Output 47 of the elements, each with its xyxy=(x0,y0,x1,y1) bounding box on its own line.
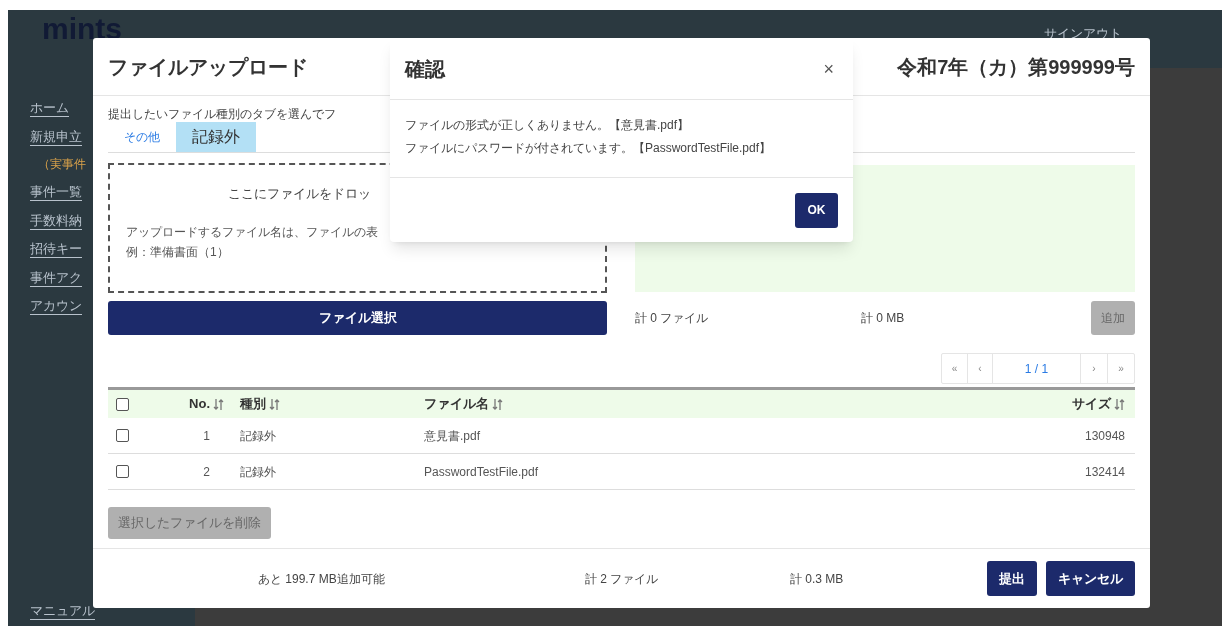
tab[interactable]: その他 xyxy=(108,122,176,152)
checkbox[interactable] xyxy=(116,429,129,442)
file-select-button[interactable]: ファイル選択 xyxy=(108,301,607,335)
sidebar-note: （実事件 xyxy=(37,156,87,173)
remaining-capacity: あと 199.7 MB追加可能 xyxy=(258,570,386,588)
column-header[interactable]: 種別 xyxy=(240,394,266,414)
staged-file-count: 計 0 ファイル xyxy=(635,310,710,327)
first-page-button[interactable]: « xyxy=(942,354,967,383)
staged-size-total: 計 0 MB xyxy=(861,310,905,327)
previous-page-button[interactable]: ‹ xyxy=(967,354,992,383)
checkbox[interactable] xyxy=(116,465,129,478)
last-page-button[interactable]: » xyxy=(1107,354,1134,383)
column-header[interactable]: ファイル名 xyxy=(424,394,489,414)
column-header[interactable]: サイズ xyxy=(1072,394,1111,414)
total-size: 計 0.3 MB xyxy=(790,570,844,588)
table-cell-text: 132414 xyxy=(1084,463,1125,481)
manual-link[interactable]: マニュアル xyxy=(30,600,95,620)
page-indicator[interactable]: 1 / 1 xyxy=(992,354,1080,383)
close-button[interactable]: × xyxy=(819,59,838,78)
instruction-text: 提出したいファイル種別のタブを選んでフ xyxy=(108,107,336,121)
cancel-button[interactable]: キャンセル xyxy=(1046,561,1135,596)
table-cell-text: 2 xyxy=(203,463,210,481)
submit-button[interactable]: 提出 xyxy=(987,561,1037,596)
message-text: ファイルの形式が正しくありません。【意見書.pdf】 xyxy=(405,117,690,134)
sort-icon[interactable] xyxy=(1114,397,1125,411)
dialog-title: ファイルアップロード xyxy=(108,54,308,80)
confirm-title: 確認 xyxy=(405,56,445,82)
ok-button[interactable]: OK xyxy=(795,192,838,228)
column-header[interactable]: No. xyxy=(189,394,210,414)
sort-icon[interactable] xyxy=(269,397,280,411)
tab[interactable]: 記録外 xyxy=(176,122,256,152)
drop-zone-example: 例：準備書面（1） xyxy=(126,244,230,261)
sort-icon[interactable] xyxy=(492,397,503,411)
table-cell-text: 1 xyxy=(203,427,210,445)
sort-icon[interactable] xyxy=(213,397,224,411)
message-text: ファイルにパスワードが付されています。【PasswordTestFile.pdf】 xyxy=(405,140,773,157)
table-cell-text: 意見書.pdf xyxy=(424,427,480,445)
drop-zone-note: アップロードするファイル名は、ファイルの表 xyxy=(126,224,379,241)
table-cell-text: 130948 xyxy=(1084,427,1125,445)
next-page-button[interactable]: › xyxy=(1080,354,1107,383)
table-cell-text: PasswordTestFile.pdf xyxy=(424,463,539,481)
total-file-count: 計 2 ファイル xyxy=(585,570,660,588)
table-cell-text: 記録外 xyxy=(240,463,276,481)
checkbox[interactable] xyxy=(116,397,129,411)
table-cell-text: 記録外 xyxy=(240,427,276,445)
case-number: 令和7年（カ）第999999号 xyxy=(897,54,1135,80)
drop-zone-title: ここにファイルをドロッ xyxy=(228,186,371,201)
